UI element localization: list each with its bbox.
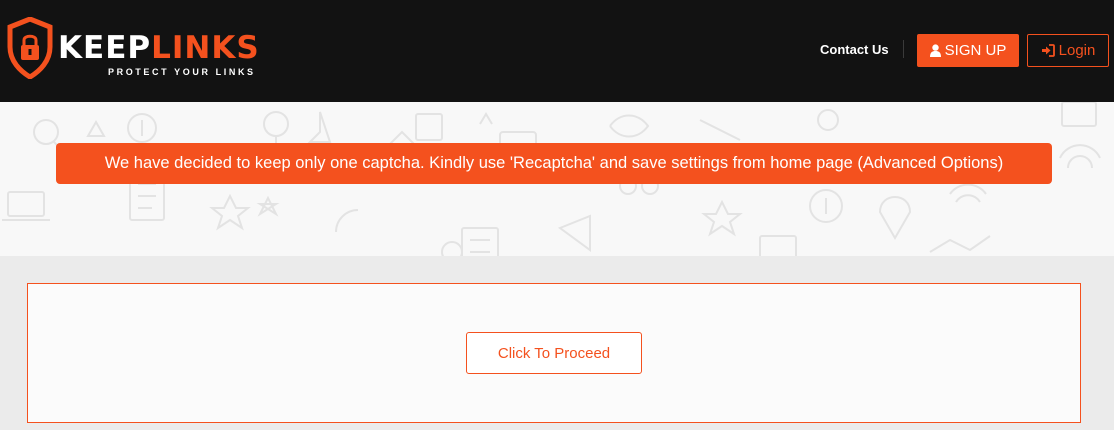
sign-up-label: SIGN UP	[944, 42, 1007, 59]
logo-word-keep: KEEP	[58, 30, 152, 66]
click-to-proceed-button[interactable]: Click To Proceed	[466, 332, 642, 374]
logo-word-links: LINKS	[151, 30, 260, 66]
logo-wordmark: KEEPLINKS	[58, 31, 260, 65]
contact-us-link[interactable]: Contact Us	[820, 42, 889, 57]
logo-tagline: PROTECT YOUR LINKS	[108, 67, 256, 77]
login-button[interactable]: Login	[1027, 34, 1109, 67]
login-label: Login	[1058, 42, 1096, 59]
captcha-notice-banner: We have decided to keep only one captcha…	[56, 143, 1052, 184]
user-icon	[929, 44, 941, 57]
top-navbar: KEEPLINKS PROTECT YOUR LINKS Contact Us …	[0, 0, 1114, 102]
site-logo[interactable]: KEEPLINKS PROTECT YOUR LINKS	[6, 17, 281, 83]
sign-up-button[interactable]: SIGN UP	[917, 34, 1019, 67]
nav-divider	[903, 40, 904, 58]
shield-lock-icon	[7, 17, 53, 79]
sign-in-icon	[1041, 44, 1055, 57]
